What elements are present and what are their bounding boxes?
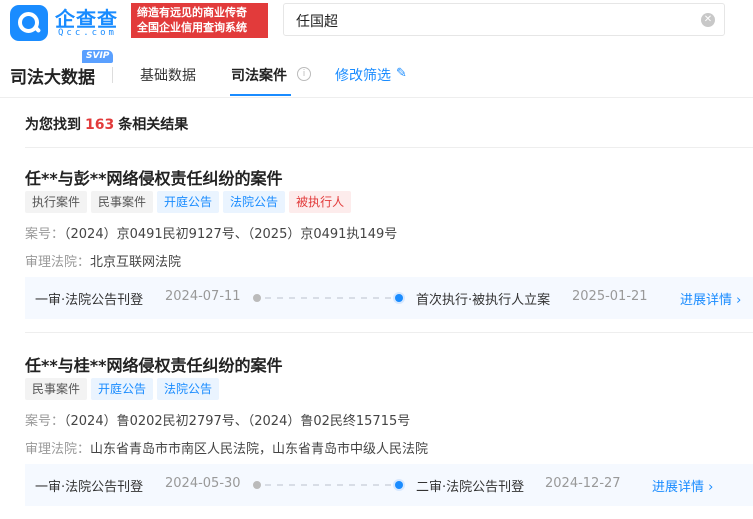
case-tags: 执行案件 民事案件 开庭公告 法院公告 被执行人	[25, 191, 355, 213]
result-suffix: 条相关结果	[118, 117, 189, 133]
search-input[interactable]: 任国超	[296, 11, 338, 31]
timeline-end-label: 二审·法院公告刊登	[416, 480, 525, 495]
promo-banner: 缔造有远见的商业传奇 全国企业信用查询系统	[131, 3, 268, 38]
case-tags: 民事案件 开庭公告 法院公告	[25, 378, 223, 400]
case-number: 案号：（2024）鲁0202民初2797号、（2024）鲁02民终15715号	[25, 410, 410, 429]
timeline-end-date: 2025-01-21	[572, 289, 648, 304]
result-number: 163	[85, 117, 115, 133]
tag: 开庭公告	[157, 191, 220, 213]
tag: 法院公告	[157, 378, 220, 400]
chevron-right-icon: ›	[736, 293, 742, 308]
case-number: 案号：（2024）京0491民初9127号、（2025）京0491执149号	[25, 223, 397, 242]
case-number-label: 案号：	[25, 227, 65, 242]
timeline-start-date: 2024-07-11	[165, 289, 241, 304]
edit-icon[interactable]: ✎	[396, 66, 407, 81]
tag: 民事案件	[25, 378, 88, 400]
timeline-dot	[395, 294, 403, 302]
progress-details-label: 进展详情	[680, 293, 733, 308]
promo-line-1: 缔造有远见的商业传奇	[137, 6, 247, 19]
timeline-line	[265, 484, 391, 486]
timeline-end-label: 首次执行·被执行人立案	[416, 293, 551, 308]
tag: 民事案件	[91, 191, 154, 213]
timeline-start-label: 一审·法院公告刊登	[35, 293, 144, 308]
progress-details-link[interactable]: 进展详情 ›	[652, 476, 713, 495]
divider	[25, 147, 753, 148]
logo-icon[interactable]	[10, 5, 48, 41]
divider	[25, 332, 753, 333]
clear-icon[interactable]: ✕	[701, 13, 715, 27]
tab-judicial-cases[interactable]: 司法案件	[231, 65, 287, 85]
timeline-end-date: 2024-12-27	[545, 476, 621, 491]
case-timeline: 一审·法院公告刊登 2024-05-30 二审·法院公告刊登 2024-12-2…	[25, 464, 753, 506]
timeline-start-label: 一审·法院公告刊登	[35, 480, 144, 495]
case-title[interactable]: 任**与彭**网络侵权责任纠纷的案件	[25, 165, 282, 189]
timeline-dot	[253, 294, 261, 302]
svip-badge: SVIP	[82, 50, 114, 63]
page-title: 司法大数据	[10, 68, 95, 88]
case-number-value: （2024）京0491民初9127号、（2025）京0491执149号	[64, 227, 398, 242]
timeline-dot	[395, 481, 403, 489]
timeline-start-date: 2024-05-30	[165, 476, 241, 491]
info-icon[interactable]: i	[297, 67, 311, 81]
promo-line-2: 全国企业信用查询系统	[137, 21, 247, 34]
tab-basic-data[interactable]: 基础数据	[140, 65, 196, 85]
tag: 开庭公告	[91, 378, 154, 400]
case-court: 审理法院：山东省青岛市市南区人民法院，山东省青岛市中级人民法院	[25, 438, 428, 457]
court-value: 山东省青岛市市南区人民法院，山东省青岛市中级人民法院	[90, 442, 429, 457]
timeline-dot	[253, 481, 261, 489]
chevron-right-icon: ›	[708, 480, 714, 495]
court-value: 北京互联网法院	[90, 255, 182, 270]
case-timeline: 一审·法院公告刊登 2024-07-11 首次执行·被执行人立案 2025-01…	[25, 277, 753, 319]
top-header: 企查查 Qcc.com 缔造有远见的商业传奇 全国企业信用查询系统 任国超 ✕	[0, 0, 753, 46]
progress-details-label: 进展详情	[652, 480, 705, 495]
court-label: 审理法院：	[25, 442, 91, 457]
logo-subtitle: Qcc.com	[58, 28, 117, 38]
timeline-line	[265, 297, 391, 299]
divider	[112, 67, 113, 83]
tag: 法院公告	[223, 191, 286, 213]
case-title[interactable]: 任**与桂**网络侵权责任纠纷的案件	[25, 352, 282, 376]
tag: 执行案件	[25, 191, 88, 213]
case-number-label: 案号：	[25, 414, 65, 429]
court-label: 审理法院：	[25, 255, 91, 270]
nav-bar: 司法大数据 SVIP 基础数据 司法案件 i 修改筛选 ✎	[0, 46, 753, 98]
case-court: 审理法院：北京互联网法院	[25, 251, 181, 270]
case-number-value: （2024）鲁0202民初2797号、（2024）鲁02民终15715号	[64, 414, 411, 429]
progress-details-link[interactable]: 进展详情 ›	[680, 289, 741, 308]
results-panel: 为您找到 163 条相关结果 任**与彭**网络侵权责任纠纷的案件 执行案件 民事案件…	[0, 99, 753, 519]
search-box[interactable]: 任国超 ✕	[283, 3, 725, 36]
edit-filter-link[interactable]: 修改筛选	[335, 65, 391, 85]
tab-active-indicator	[230, 94, 291, 96]
result-prefix: 为您找到	[25, 117, 81, 133]
tag: 被执行人	[289, 191, 352, 213]
result-count: 为您找到 163 条相关结果	[25, 114, 188, 134]
